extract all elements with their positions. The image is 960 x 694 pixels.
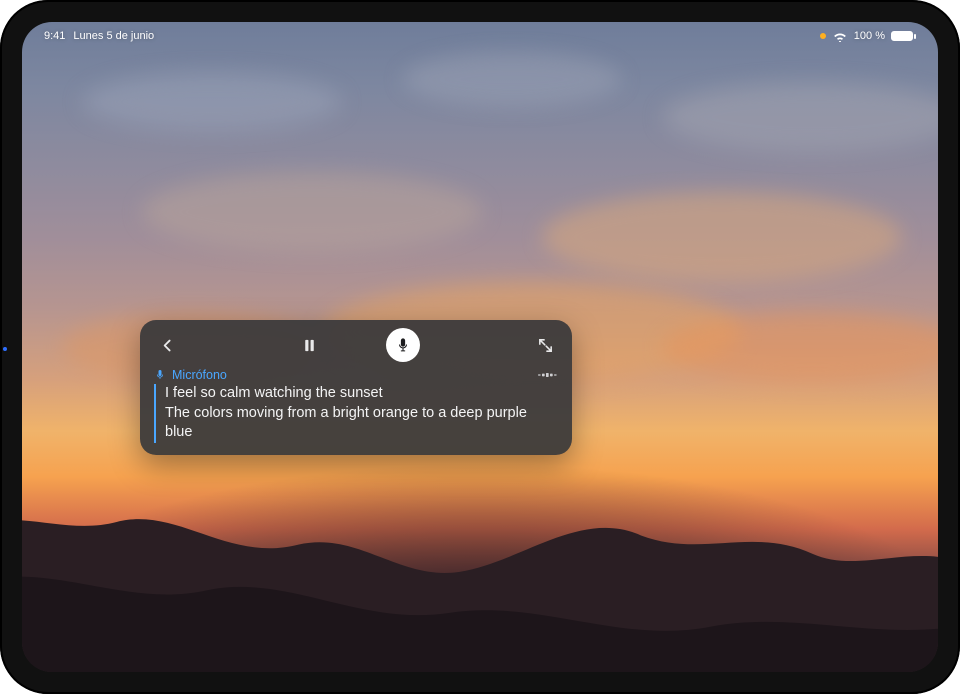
status-time: 9:41 (44, 30, 65, 42)
microphone-button[interactable] (386, 328, 420, 362)
microphone-small-icon (154, 369, 166, 381)
status-battery-text: 100 % (854, 30, 885, 42)
screen: 9:41 Lunes 5 de junio 100 % (22, 22, 938, 672)
back-button[interactable] (150, 328, 184, 362)
source-label-text: Micrófono (172, 368, 227, 382)
transcript-line: I feel so calm watching the sunset (165, 384, 558, 404)
transcript-line: The colors moving from a bright orange t… (165, 404, 558, 443)
wifi-icon (832, 31, 848, 42)
status-bar: 9:41 Lunes 5 de junio 100 % (22, 26, 938, 46)
microphone-icon (395, 337, 411, 353)
cloud (82, 72, 342, 132)
expand-button[interactable] (528, 328, 562, 362)
panel-toolbar (140, 320, 572, 368)
transcript: I feel so calm watching the sunset The c… (154, 384, 558, 443)
cloud (662, 82, 938, 152)
panel-body: Micrófono I feel so calm watching the (140, 368, 572, 455)
location-dot-icon (820, 33, 826, 39)
side-indicator-dot (3, 347, 7, 351)
pause-icon (301, 337, 318, 354)
pause-button[interactable] (292, 328, 326, 362)
chevron-left-icon (159, 337, 176, 354)
cloud (142, 172, 482, 252)
more-icon (538, 372, 558, 378)
battery-icon (891, 31, 916, 41)
status-date: Lunes 5 de junio (73, 30, 154, 42)
cloud (402, 52, 622, 107)
ipad-device-frame: 9:41 Lunes 5 de junio 100 % (0, 0, 960, 694)
expand-icon (537, 337, 554, 354)
cloud (542, 192, 902, 282)
more-button[interactable] (538, 372, 558, 378)
audio-source-label: Micrófono (154, 368, 227, 382)
cloud (662, 312, 938, 382)
live-captions-panel[interactable]: Micrófono I feel so calm watching the (140, 320, 572, 455)
